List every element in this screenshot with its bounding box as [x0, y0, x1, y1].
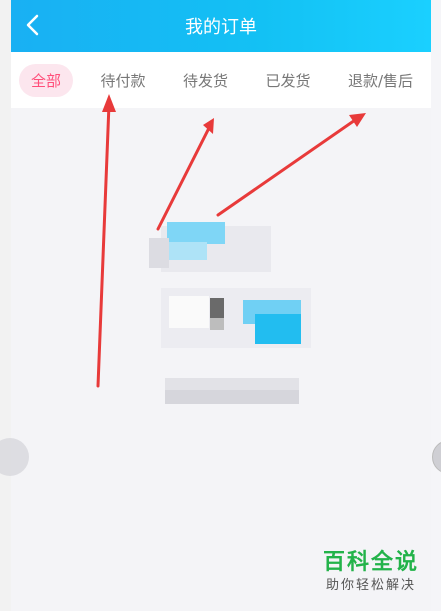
site-watermark: 百科全说 助你轻松解决: [313, 549, 429, 605]
tab-refund-after-sales[interactable]: 退款/售后: [338, 64, 423, 97]
right-edge-handle[interactable]: [432, 440, 441, 474]
watermark-sub: 助你轻松解决: [325, 578, 416, 593]
tab-pending-payment[interactable]: 待付款: [90, 64, 155, 97]
header-bar: 我的订单: [11, 0, 431, 52]
tab-pending-shipment[interactable]: 待发货: [173, 64, 238, 97]
tab-all[interactable]: 全部: [19, 63, 74, 97]
page-title: 我的订单: [185, 17, 257, 38]
tab-shipped[interactable]: 已发货: [255, 64, 320, 97]
left-background-strip: [0, 0, 11, 611]
order-tabs: 全部 待付款 待发货 已发货 退款/售后: [11, 52, 431, 108]
empty-orders-area: [11, 108, 431, 611]
back-arrow-icon[interactable]: [21, 12, 47, 38]
watermark-main: 百科全说: [322, 550, 419, 575]
app-screen: 我的订单 全部 待付款 待发货 已发货 退款/售后: [11, 0, 431, 611]
